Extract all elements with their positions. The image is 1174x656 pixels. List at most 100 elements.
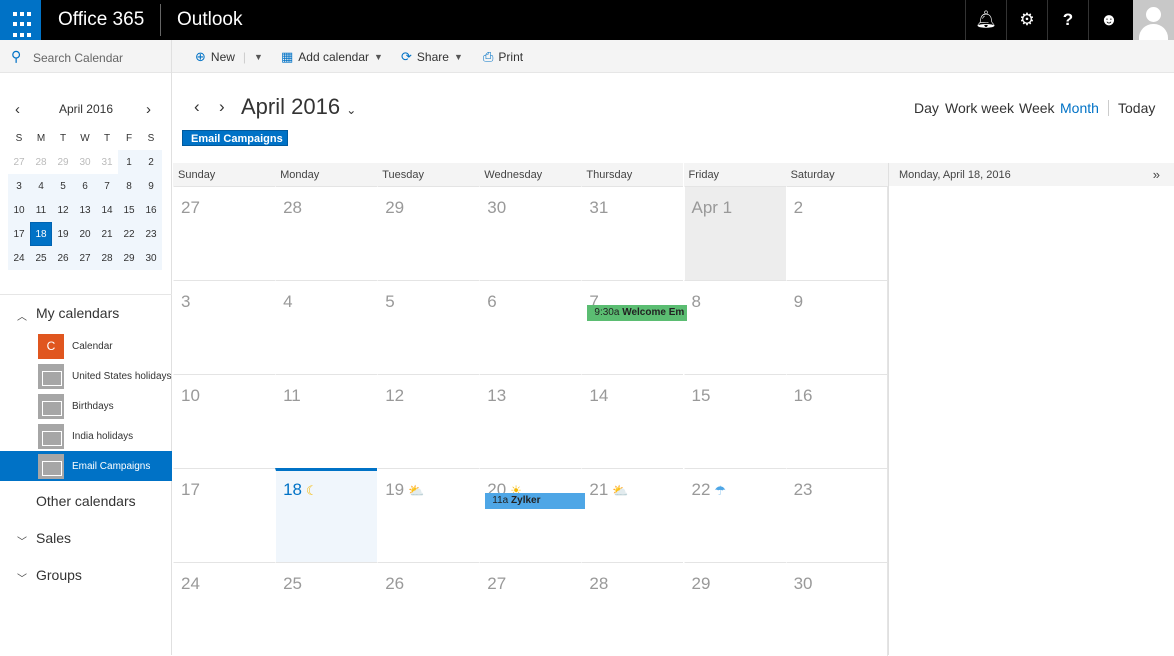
calendar-tag-email-campaigns[interactable]: Email Campaigns [182,130,288,146]
mini-day[interactable]: 25 [30,246,52,270]
mini-day[interactable]: 13 [74,198,96,222]
help-icon[interactable]: ? [1047,0,1088,40]
share-button[interactable]: ⟳ Share ▼ [401,49,463,65]
mini-day[interactable]: 11 [30,198,52,222]
day-cell[interactable]: 29 [377,186,480,280]
mini-day[interactable]: 22 [118,222,140,246]
mini-day[interactable]: 17 [8,222,30,246]
day-cell[interactable]: 28 [581,562,684,656]
mini-day[interactable]: 8 [118,174,140,198]
expand-icon[interactable]: » [1153,167,1160,182]
day-cell[interactable]: 30 [479,186,582,280]
day-cell[interactable]: 21 ⛅ [581,468,684,562]
calendar-item[interactable]: India holidays [0,421,172,451]
mini-day[interactable]: 15 [118,198,140,222]
feedback-smiley-icon[interactable]: ☻ [1088,0,1129,40]
month-title[interactable]: April 2016 ⌄ [241,94,356,120]
app-launcher-icon[interactable] [0,0,41,40]
mini-day[interactable]: 12 [52,198,74,222]
view-week[interactable]: Week [1019,100,1055,116]
mini-day[interactable]: 14 [96,198,118,222]
mini-day[interactable]: 21 [96,222,118,246]
day-cell[interactable]: 2 [785,186,888,280]
mini-day[interactable]: 3 [8,174,30,198]
gear-icon[interactable]: ⚙ [1006,0,1047,40]
mini-day[interactable]: 19 [52,222,74,246]
mini-next-month-icon[interactable]: › [146,101,151,118]
mini-day[interactable]: 28 [30,150,52,174]
calendar-event[interactable]: 11a Zylker [485,493,586,509]
mini-day[interactable]: 26 [52,246,74,270]
mini-day[interactable]: 27 [74,246,96,270]
mini-day[interactable]: 2 [140,150,162,174]
day-cell[interactable]: Apr 1 [683,186,786,280]
day-cell[interactable]: 10 [173,374,276,468]
day-cell[interactable]: 4 [275,280,378,374]
day-cell[interactable]: 3 [173,280,276,374]
mini-day[interactable]: 9 [140,174,162,198]
mini-day[interactable]: 7 [96,174,118,198]
mini-day[interactable]: 5 [52,174,74,198]
day-cell[interactable]: 24 [173,562,276,656]
day-cell[interactable]: 28 [275,186,378,280]
day-cell[interactable]: 13 [479,374,582,468]
day-cell[interactable]: 11 [275,374,378,468]
day-cell[interactable]: 14 [581,374,684,468]
day-cell[interactable]: 6 [479,280,582,374]
mini-day[interactable]: 20 [74,222,96,246]
day-cell[interactable]: 23 [785,468,888,562]
mini-day[interactable]: 30 [74,150,96,174]
day-cell[interactable]: 18 ☾ [275,468,378,562]
day-cell[interactable]: 26 [377,562,480,656]
day-cell[interactable]: 19 ⛅ [377,468,480,562]
mini-day[interactable]: 31 [96,150,118,174]
app-name[interactable]: Outlook [177,9,242,31]
calendar-item[interactable]: C Calendar [0,331,172,361]
view-month[interactable]: Month [1060,100,1099,116]
day-cell[interactable]: 9 [785,280,888,374]
day-cell[interactable]: 27 [479,562,582,656]
add-calendar-button[interactable]: ▦ Add calendar ▼ [281,49,383,65]
mini-day[interactable]: 27 [8,150,30,174]
calendar-item[interactable]: Birthdays [0,391,172,421]
mini-day[interactable]: 29 [52,150,74,174]
day-cell[interactable]: 5 [377,280,480,374]
day-cell[interactable]: 16 [785,374,888,468]
calendar-item[interactable]: Email Campaigns [0,451,172,481]
day-cell[interactable]: 7 [581,280,684,374]
print-button[interactable]: ⎙ Print [483,49,523,65]
calendar-event[interactable]: 9:30a Welcome Em [587,305,688,321]
mini-day[interactable]: 18 [30,222,52,246]
day-cell[interactable]: 27 [173,186,276,280]
mini-day[interactable]: 6 [74,174,96,198]
mini-day[interactable]: 4 [30,174,52,198]
day-cell[interactable]: 31 [581,186,684,280]
mini-day[interactable]: 24 [8,246,30,270]
mini-day[interactable]: 10 [8,198,30,222]
day-cell[interactable]: 17 [173,468,276,562]
next-month-icon[interactable]: › [219,97,225,117]
mini-day[interactable]: 29 [118,246,140,270]
calendar-item[interactable]: United States holidays [0,361,172,391]
day-cell[interactable]: 30 [785,562,888,656]
view-work-week[interactable]: Work week [945,100,1014,116]
mini-day[interactable]: 16 [140,198,162,222]
brand-name[interactable]: Office 365 [58,9,144,31]
bell-icon[interactable]: 🔔︎ [965,0,1006,40]
day-cell[interactable]: 8 [683,280,786,374]
day-cell[interactable]: 22 ☂ [683,468,786,562]
mini-day[interactable]: 23 [140,222,162,246]
prev-month-icon[interactable]: ‹ [194,97,200,117]
day-cell[interactable]: 29 [683,562,786,656]
avatar[interactable] [1133,0,1174,40]
chevron-down-icon[interactable]: ▼ [254,52,263,62]
mini-day[interactable]: 28 [96,246,118,270]
day-cell[interactable]: 12 [377,374,480,468]
mini-day[interactable]: 1 [118,150,140,174]
search-input[interactable]: ⚲ Search Calendar [0,40,172,73]
day-cell[interactable]: 15 [683,374,786,468]
new-button[interactable]: ⊕ New | ▼ [195,49,263,65]
day-cell[interactable]: 20 ☀ [479,468,582,562]
today-button[interactable]: Today [1118,100,1155,116]
mini-day[interactable]: 30 [140,246,162,270]
